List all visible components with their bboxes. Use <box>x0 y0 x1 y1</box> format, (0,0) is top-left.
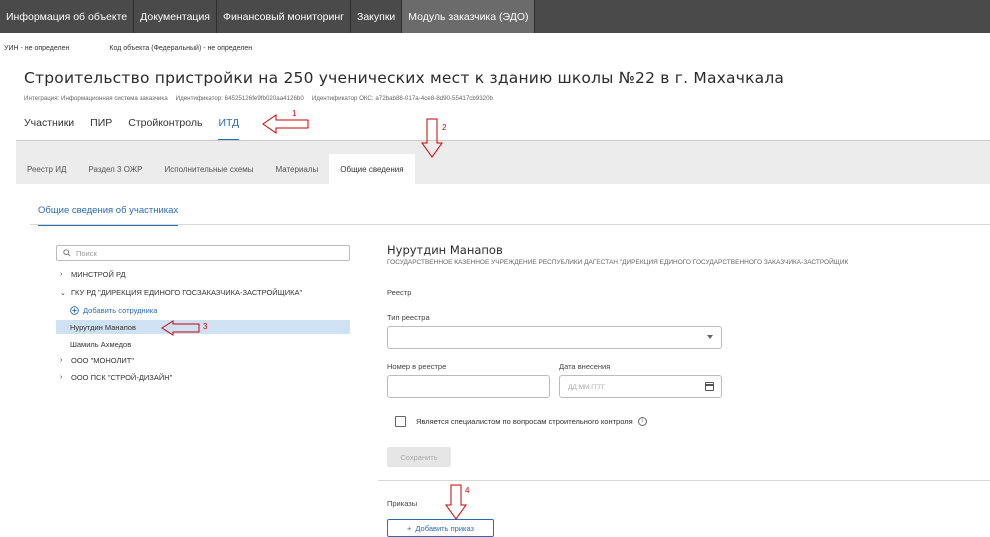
subtab-executive-schemes[interactable]: Исполнительные схемы <box>154 154 265 184</box>
add-employee-link[interactable]: Добавить сотрудника <box>70 306 157 315</box>
subtab-ojr-section[interactable]: Раздел 3 ОЖР <box>77 154 153 184</box>
oks-identifier-text: Идентификатор ОКС: a72bab88-017a-4ce8-8d… <box>311 95 493 102</box>
plus-icon: + <box>406 523 412 533</box>
sub-tabs: Реестр ИД Раздел 3 ОЖР Исполнительные сх… <box>16 154 415 184</box>
add-order-button[interactable]: + Добавить приказ <box>387 519 494 537</box>
nav-tab-customer-module[interactable]: Модуль заказчика (ЭДО) <box>402 0 536 33</box>
specialist-checkbox[interactable] <box>395 416 406 427</box>
date-label: Дата внесения <box>559 362 611 371</box>
annotation-arrow-left-icon <box>262 114 309 134</box>
divider <box>378 480 990 481</box>
annotation-number: 3 <box>203 322 208 331</box>
info-icon[interactable]: i <box>637 417 647 426</box>
tree-person-manapov[interactable]: Нурутдин Манапов <box>70 323 136 332</box>
tree-node-stroy-design[interactable]: › ООО ПСК "СТРОЙ-ДИЗАЙН" <box>60 373 172 382</box>
tree-node-label: ООО ПСК "СТРОЙ-ДИЗАЙН" <box>71 373 173 382</box>
date-placeholder: ДД.ММ.ГГГГ <box>568 384 606 391</box>
tree-node-gku[interactable]: ⌄ ГКУ РД "ДИРЕКЦИЯ ЕДИНОГО ГОСЗАКАЗЧИКА-… <box>60 288 302 297</box>
registry-section-heading: Реестр <box>387 288 412 297</box>
identifier-text: Идентификатор: 64525126fe9fb020aa4126b0 <box>175 95 304 102</box>
object-identifiers: Интеграция: Информационная система заказ… <box>24 95 493 102</box>
tab-pir[interactable]: ПИР <box>90 113 112 141</box>
person-organization: ГОСУДАРСТВЕННОЕ КАЗЕННОЕ УЧРЕЖДЕНИЕ РЕСП… <box>387 259 849 266</box>
tree-node-minstroy[interactable]: › МИНСТРОЙ РД <box>60 270 126 279</box>
tab-itd[interactable]: ИТД <box>218 113 240 141</box>
page-title: Строительство пристройки на 250 ученичес… <box>24 69 785 87</box>
tree-node-label: МИНСТРОЙ РД <box>71 270 126 279</box>
uin-text: УИН - не определен <box>4 45 70 52</box>
annotation-number: 2 <box>442 123 447 132</box>
search-input[interactable]: Поиск <box>56 245 350 261</box>
nav-tab-object-info[interactable]: Информация об объекте <box>0 0 135 33</box>
chevron-right-icon: › <box>60 374 63 381</box>
annotation-arrow-left-icon <box>161 320 200 336</box>
nav-tab-documentation[interactable]: Документация <box>134 0 217 33</box>
object-meta: УИН - не определен Код объекта (Федераль… <box>4 45 252 52</box>
top-navigation: Информация об объекте Документация Финан… <box>0 0 990 33</box>
tab-participants[interactable]: Участники <box>24 113 74 141</box>
integration-text: Интеграция: Информационная система заказ… <box>24 95 168 102</box>
annotation-arrow-down-icon <box>421 118 443 158</box>
subtab-id-registry[interactable]: Реестр ИД <box>16 154 77 184</box>
specialist-label-text: Является специалистом по вопросам строит… <box>416 417 633 426</box>
tree-node-label: ГКУ РД "ДИРЕКЦИЯ ЕДИНОГО ГОСЗАКАЗЧИКА-ЗА… <box>71 288 303 297</box>
tab-construction-control[interactable]: Стройконтроль <box>128 113 202 141</box>
chevron-down-icon: ⌄ <box>60 289 66 297</box>
add-employee-label: Добавить сотрудника <box>83 306 158 315</box>
search-icon <box>63 249 71 257</box>
annotation-number: 1 <box>292 109 297 118</box>
main-tabs: Участники ПИР Стройконтроль ИТД <box>24 113 255 141</box>
save-button[interactable]: Сохранить <box>387 447 451 467</box>
plus-circle-icon <box>70 306 79 315</box>
tab-participants-general-info[interactable]: Общие сведения об участниках <box>38 205 179 226</box>
annotation-number: 4 <box>465 486 470 495</box>
tree-node-monolit[interactable]: › ООО "МОНОЛИТ" <box>60 356 134 365</box>
registry-number-input[interactable] <box>387 375 550 398</box>
search-placeholder: Поиск <box>76 248 97 258</box>
object-code-text: Код объекта (Федеральный) - не определен <box>109 45 253 52</box>
content-panel <box>16 184 990 537</box>
registry-type-select[interactable] <box>387 326 722 349</box>
divider <box>30 224 990 225</box>
date-input[interactable]: ДД.ММ.ГГГГ <box>559 375 722 398</box>
tree-person-akhmedov[interactable]: Шамиль Ахмедов <box>70 340 131 349</box>
chevron-right-icon: › <box>60 271 63 278</box>
nav-tab-procurement[interactable]: Закупки <box>351 0 403 33</box>
chevron-right-icon: › <box>60 357 63 364</box>
orders-heading: Приказы <box>387 499 418 508</box>
tree-node-label: ООО "МОНОЛИТ" <box>71 356 135 365</box>
calendar-icon[interactable] <box>705 382 714 391</box>
registry-number-label: Номер в реестре <box>387 362 447 371</box>
registry-type-label: Тип реестра <box>387 313 430 322</box>
subtab-general-info[interactable]: Общие сведения <box>329 154 415 184</box>
add-order-label: Добавить приказ <box>415 523 474 533</box>
caret-down-icon <box>707 335 713 339</box>
nav-tab-financial-monitoring[interactable]: Финансовый мониторинг <box>217 0 351 33</box>
specialist-checkbox-label: Является специалистом по вопросам строит… <box>416 417 647 426</box>
subtab-materials[interactable]: Материалы <box>264 154 329 184</box>
person-name: Нурутдин Манапов <box>387 243 503 257</box>
